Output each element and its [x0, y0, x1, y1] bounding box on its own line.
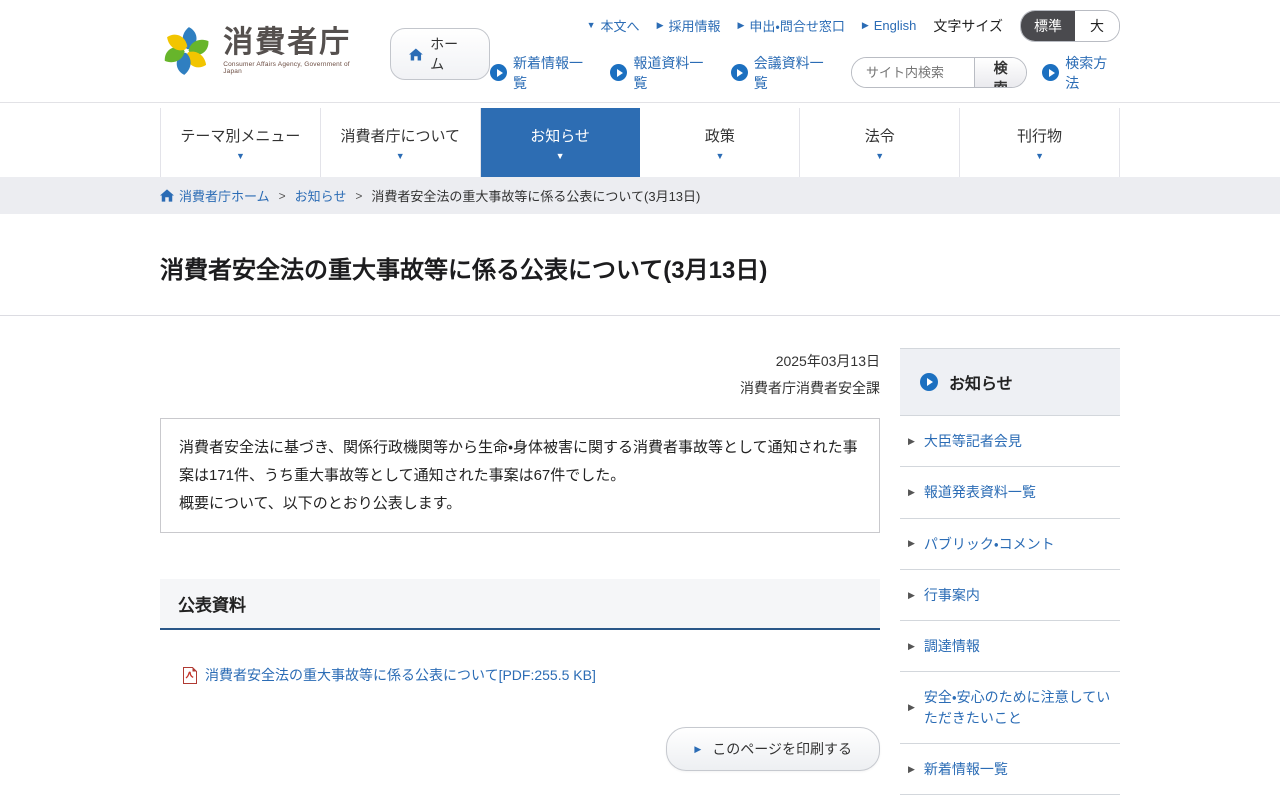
font-size-standard-button[interactable]: 標準 [1021, 10, 1075, 41]
breadcrumb-separator: > [278, 188, 286, 203]
chevron-right-icon: ▶ [737, 20, 745, 30]
sidebar-item-safety-cautions[interactable]: ▶ 安全・安心のために注意していただきたいこと [900, 672, 1120, 745]
chevron-right-icon: ▶ [861, 20, 869, 30]
agency-name: 消費者庁 [223, 26, 352, 60]
sidebar-news-menu: お知らせ ▶ 大臣等記者会見 ▶ 報道発表資料一覧 ▶ パブリック・コメント ▶… [900, 348, 1120, 800]
search-button[interactable]: 検索 [974, 58, 1027, 87]
home-button-label: ホーム [430, 36, 459, 72]
chevron-down-icon: ▼ [715, 150, 725, 161]
summary-paragraph: 消費者安全法に基づき、関係行政機関等から生命・身体被害に関する消費者事故等として… [179, 439, 858, 484]
main-navigation: テーマ別メニュー ▼ 消費者庁について ▼ お知らせ ▼ 政策 ▼ 法令 ▼ 刊… [0, 103, 1280, 177]
sidebar-item-cutoff[interactable] [900, 795, 1120, 800]
home-button[interactable]: ホーム [390, 28, 491, 80]
sidebar-item-procurement[interactable]: ▶ 調達情報 [900, 621, 1120, 673]
agency-pinwheel-icon [164, 27, 209, 75]
skip-to-content-link[interactable]: ▼ 本文へ [587, 16, 640, 35]
pdf-file-icon [183, 666, 197, 684]
chevron-down-icon: ▼ [875, 150, 885, 161]
circle-arrow-icon [1042, 64, 1060, 81]
chevron-down-icon: ▼ [555, 150, 565, 161]
breadcrumb-home-link[interactable]: 消費者庁ホーム [160, 186, 270, 205]
site-search-input[interactable] [852, 58, 975, 87]
agency-name-en: Consumer Affairs Agency, Government of J… [223, 60, 350, 75]
chevron-right-icon: ▶ [908, 763, 915, 774]
circle-arrow-icon [610, 64, 628, 81]
header-utilities: ▼ 本文へ ▶ 採用情報 ▶ 申出・問合せ窓口 ▶ English 文字サイズ [490, 9, 1120, 93]
breadcrumb-current: 消費者安全法の重大事故等に係る公表について(3月13日) [371, 189, 701, 204]
chevron-down-icon: ▼ [395, 150, 405, 161]
tab-news[interactable]: お知らせ ▼ [480, 108, 641, 177]
publish-department: 消費者庁消費者安全課 [740, 379, 880, 396]
title-band: 消費者安全法の重大事故等に係る公表について(3月13日) [0, 214, 1280, 316]
meeting-materials-list-link[interactable]: 会議資料一覧 [730, 53, 836, 93]
sidebar-item-press-conference[interactable]: ▶ 大臣等記者会見 [900, 416, 1120, 468]
site-header: 消費者庁 Consumer Affairs Agency, Government… [0, 0, 1280, 103]
font-size-label: 文字サイズ [933, 17, 1003, 34]
summary-paragraph: 概要について、以下のとおり公表します。 [179, 494, 462, 512]
home-icon [160, 189, 174, 202]
circle-arrow-icon [920, 373, 938, 391]
page-content: 2025年03月13日 消費者庁消費者安全課 消費者安全法に基づき、関係行政機関… [160, 316, 1120, 800]
tab-policy[interactable]: 政策 ▼ [640, 108, 801, 177]
home-icon [409, 47, 424, 61]
site-search: 検索 [851, 57, 1028, 88]
sidebar-item-events[interactable]: ▶ 行事案内 [900, 570, 1120, 622]
press-materials-list-link[interactable]: 報道資料一覧 [610, 53, 715, 93]
breadcrumb-news-link[interactable]: お知らせ [295, 186, 347, 205]
page-title: 消費者安全法の重大事故等に係る公表について(3月13日) [160, 257, 768, 284]
circle-arrow-icon [490, 64, 508, 81]
new-info-list-link[interactable]: 新着情報一覧 [490, 53, 595, 93]
chevron-right-icon: ▶ [908, 538, 915, 549]
circle-arrow-icon [730, 64, 748, 81]
sidebar-item-new-info-list[interactable]: ▶ 新着情報一覧 [900, 744, 1120, 796]
search-help-link[interactable]: 検索方法 [1042, 53, 1120, 93]
tab-laws[interactable]: 法令 ▼ [800, 108, 961, 177]
breadcrumb-bar: 消費者庁ホーム > お知らせ > 消費者安全法の重大事故等に係る公表について(3… [0, 177, 1280, 214]
breadcrumb: 消費者庁ホーム > お知らせ > 消費者安全法の重大事故等に係る公表について(3… [160, 177, 1120, 214]
chevron-right-icon: ▶ [908, 702, 915, 713]
tab-theme-menu[interactable]: テーマ別メニュー ▼ [161, 108, 321, 177]
sidebar-item-public-comment[interactable]: ▶ パブリック・コメント [900, 519, 1120, 570]
chevron-right-icon: ▶ [908, 640, 915, 651]
english-link[interactable]: ▶ English [862, 18, 917, 33]
tab-publications[interactable]: 刊行物 ▼ [960, 108, 1120, 177]
summary-box: 消費者安全法に基づき、関係行政機関等から生命・身体被害に関する消費者事故等として… [160, 418, 880, 534]
sidebar-title: お知らせ [900, 348, 1120, 416]
chevron-right-icon: ▶ [694, 743, 702, 754]
inquiry-window-link[interactable]: ▶ 申出・問合せ窓口 [738, 16, 845, 35]
print-page-button[interactable]: ▶ このページを印刷する [666, 727, 880, 772]
chevron-right-icon: ▶ [908, 435, 915, 446]
chevron-down-icon: ▼ [1035, 150, 1045, 161]
pdf-link-row: 消費者安全法の重大事故等に係る公表について[PDF:255.5 KB] [160, 665, 880, 685]
pdf-download-link[interactable]: 消費者安全法の重大事故等に係る公表について[PDF:255.5 KB] [205, 665, 596, 685]
publish-date: 2025年03月13日 [775, 353, 880, 369]
main-column: 2025年03月13日 消費者庁消費者安全課 消費者安全法に基づき、関係行政機関… [160, 348, 880, 800]
chevron-right-icon: ▶ [656, 20, 664, 30]
breadcrumb-separator: > [355, 188, 363, 203]
recruit-info-link[interactable]: ▶ 採用情報 [657, 16, 721, 35]
chevron-right-icon: ▶ [908, 486, 915, 497]
chevron-down-icon: ▼ [586, 20, 596, 30]
agency-logo[interactable]: 消費者庁 Consumer Affairs Agency, Government… [160, 24, 368, 78]
chevron-down-icon: ▼ [235, 150, 245, 161]
font-size-toggle: 標準 大 [1020, 9, 1120, 42]
section-title-published-materials: 公表資料 [160, 579, 880, 631]
font-size-large-button[interactable]: 大 [1075, 10, 1119, 41]
tab-about-agency[interactable]: 消費者庁について ▼ [321, 108, 481, 177]
sidebar-item-press-release-list[interactable]: ▶ 報道発表資料一覧 [900, 467, 1120, 519]
chevron-right-icon: ▶ [908, 589, 915, 600]
